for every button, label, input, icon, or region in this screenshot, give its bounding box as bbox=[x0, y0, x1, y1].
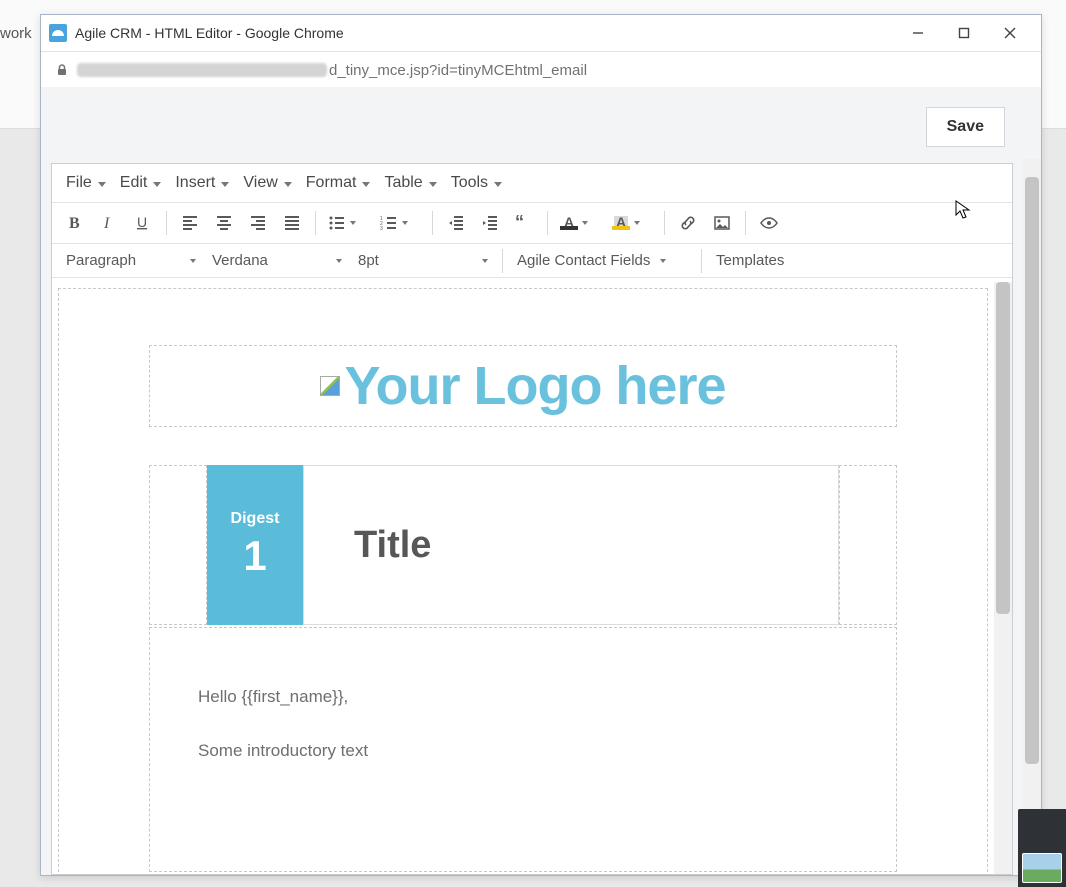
app-icon bbox=[49, 24, 67, 42]
align-left-button[interactable] bbox=[173, 207, 207, 239]
font-size-select[interactable]: 8pt bbox=[350, 248, 496, 273]
contact-fields-select[interactable]: Agile Contact Fields bbox=[509, 248, 695, 273]
insert-image-button[interactable] bbox=[705, 207, 739, 239]
url-bar: d_tiny_mce.jsp?id=tinyMCEhtml_email bbox=[41, 52, 1041, 88]
content-scrollbar[interactable] bbox=[1023, 159, 1041, 875]
minimize-button[interactable] bbox=[895, 15, 941, 51]
editor-panel: File Edit Insert View Format Table Tools… bbox=[51, 163, 1013, 875]
chevron-down-icon bbox=[98, 182, 106, 187]
menubar: File Edit Insert View Format Table Tools bbox=[52, 164, 1012, 203]
thumbnail-overlay bbox=[1018, 809, 1066, 887]
template-logo-cell[interactable]: Your Logo here bbox=[149, 345, 897, 427]
svg-text:“: “ bbox=[515, 214, 524, 232]
template-spacer-cell[interactable] bbox=[149, 465, 207, 625]
text-color-button[interactable]: A bbox=[554, 207, 606, 239]
menu-insert[interactable]: Insert bbox=[169, 170, 235, 196]
template-title-text: Title bbox=[354, 524, 431, 567]
editor-canvas-wrap: Your Logo here Digest 1 Title bbox=[52, 282, 1012, 874]
chevron-down-icon bbox=[482, 259, 488, 263]
background-color-icon: A bbox=[612, 211, 630, 235]
chevron-down-icon bbox=[660, 259, 666, 263]
svg-text:B: B bbox=[69, 215, 80, 232]
templates-button[interactable]: Templates bbox=[708, 248, 814, 273]
chevron-down-icon bbox=[634, 221, 640, 225]
text-color-icon: A bbox=[560, 211, 578, 235]
template-header-row: Digest 1 Title bbox=[149, 465, 897, 625]
background-color-button[interactable]: A bbox=[606, 207, 658, 239]
window-controls bbox=[895, 15, 1033, 51]
svg-text:I: I bbox=[103, 215, 110, 232]
chevron-down-icon bbox=[350, 221, 356, 225]
menu-table[interactable]: Table bbox=[378, 170, 442, 196]
block-format-select[interactable]: Paragraph bbox=[58, 248, 204, 273]
align-center-button[interactable] bbox=[207, 207, 241, 239]
template-digest-badge[interactable]: Digest 1 bbox=[207, 465, 303, 625]
font-family-select[interactable]: Verdana bbox=[204, 248, 350, 273]
url-blurred-host bbox=[77, 63, 327, 77]
indent-button[interactable] bbox=[473, 207, 507, 239]
chevron-down-icon bbox=[402, 221, 408, 225]
editor-canvas[interactable]: Your Logo here Digest 1 Title bbox=[58, 288, 988, 874]
chevron-down-icon bbox=[284, 182, 292, 187]
chevron-down-icon bbox=[582, 221, 588, 225]
content-scrollbar-thumb[interactable] bbox=[1025, 177, 1039, 764]
chevron-down-icon bbox=[221, 182, 229, 187]
toolbar-formatting: B I U 123 “ A bbox=[52, 203, 1012, 244]
menu-edit[interactable]: Edit bbox=[114, 170, 168, 196]
chevron-down-icon bbox=[336, 259, 342, 263]
align-right-button[interactable] bbox=[241, 207, 275, 239]
chevron-down-icon bbox=[362, 182, 370, 187]
canvas-scrollbar[interactable] bbox=[994, 282, 1012, 874]
preview-button[interactable] bbox=[752, 207, 786, 239]
svg-text:U: U bbox=[137, 214, 147, 230]
chevron-down-icon bbox=[494, 182, 502, 187]
template-intro: Some introductory text bbox=[198, 738, 848, 764]
popup-window: Agile CRM - HTML Editor - Google Chrome … bbox=[40, 14, 1042, 876]
insert-link-button[interactable] bbox=[671, 207, 705, 239]
maximize-button[interactable] bbox=[941, 15, 987, 51]
url-visible-path: d_tiny_mce.jsp?id=tinyMCEhtml_email bbox=[329, 62, 587, 79]
content-area: Save File Edit Insert View Format Table … bbox=[41, 87, 1041, 875]
svg-text:3: 3 bbox=[380, 226, 383, 232]
chevron-down-icon bbox=[429, 182, 437, 187]
blockquote-button[interactable]: “ bbox=[507, 207, 541, 239]
numbered-list-button[interactable]: 123 bbox=[374, 207, 426, 239]
template-logo-text: Your Logo here bbox=[344, 359, 725, 413]
digest-label: Digest bbox=[207, 510, 303, 528]
italic-button[interactable]: I bbox=[92, 207, 126, 239]
outdent-button[interactable] bbox=[439, 207, 473, 239]
bold-button[interactable]: B bbox=[58, 207, 92, 239]
window-title: Agile CRM - HTML Editor - Google Chrome bbox=[75, 25, 344, 41]
template-body-cell[interactable]: Hello {{first_name}}, Some introductory … bbox=[149, 627, 897, 872]
save-button[interactable]: Save bbox=[926, 107, 1005, 147]
menu-view[interactable]: View bbox=[237, 170, 297, 196]
chevron-down-icon bbox=[190, 259, 196, 263]
menu-file[interactable]: File bbox=[60, 170, 112, 196]
broken-image-icon bbox=[320, 376, 340, 396]
bullet-list-button[interactable] bbox=[322, 207, 374, 239]
window-titlebar: Agile CRM - HTML Editor - Google Chrome bbox=[41, 15, 1041, 52]
thumbnail-image-icon bbox=[1022, 853, 1062, 883]
align-justify-button[interactable] bbox=[275, 207, 309, 239]
menu-tools[interactable]: Tools bbox=[445, 170, 508, 196]
template-spacer-cell[interactable] bbox=[839, 465, 897, 625]
template-title-cell[interactable]: Title bbox=[303, 465, 839, 625]
canvas-scrollbar-thumb[interactable] bbox=[996, 282, 1010, 614]
lock-icon bbox=[55, 63, 69, 77]
background-tab-fragment: work bbox=[0, 25, 32, 42]
menu-format[interactable]: Format bbox=[300, 170, 377, 196]
toolbar-selectors: Paragraph Verdana 8pt Agile Contact Fiel… bbox=[52, 244, 1012, 278]
template-greeting: Hello {{first_name}}, bbox=[198, 684, 848, 710]
chevron-down-icon bbox=[153, 182, 161, 187]
underline-button[interactable]: U bbox=[126, 207, 160, 239]
digest-number: 1 bbox=[207, 532, 303, 580]
close-button[interactable] bbox=[987, 15, 1033, 51]
